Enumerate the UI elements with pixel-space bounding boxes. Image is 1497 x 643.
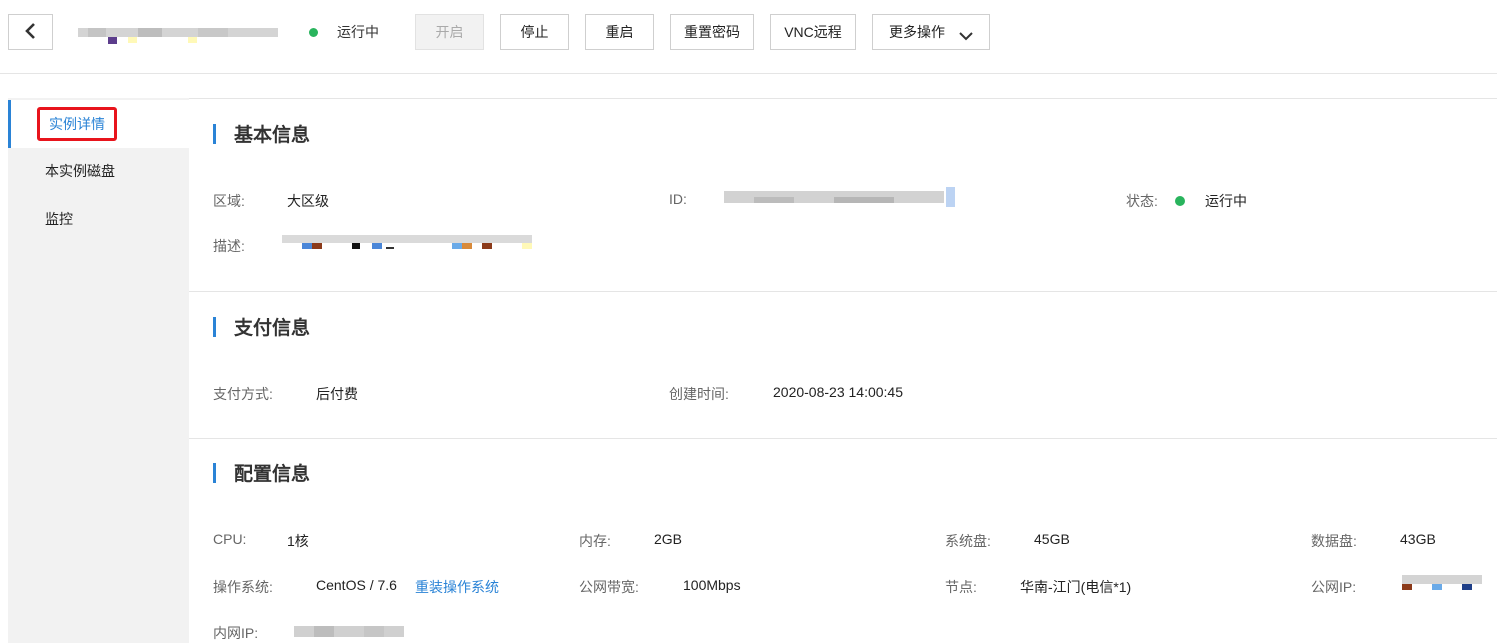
data-disk-label: 数据盘: bbox=[1311, 533, 1357, 549]
stop-button[interactable]: 停止 bbox=[500, 14, 569, 50]
main-content: 基本信息 区域: 大区级 ID: 状态: 运行中 描述: 支付信息 支付方式: … bbox=[189, 98, 1497, 643]
section-title-text: 基本信息 bbox=[234, 125, 311, 146]
description-redacted bbox=[282, 233, 534, 256]
cpu-label: CPU: bbox=[213, 531, 247, 547]
title-accent-bar bbox=[213, 316, 216, 337]
config-info-section: 配置信息 CPU: 1核 内存: 2GB 系统盘: 45GB 数据盘: 43GB… bbox=[189, 439, 1497, 643]
instance-name-redacted bbox=[78, 26, 278, 46]
status-value: 运行中 bbox=[1175, 191, 1247, 211]
reinstall-os-link[interactable]: 重装操作系统 bbox=[415, 577, 499, 597]
os-label: 操作系统: bbox=[213, 579, 273, 595]
cpu-value: 1核 bbox=[287, 533, 309, 549]
region-label: 区域: bbox=[213, 193, 245, 209]
sidebar-item-instance-details[interactable]: 实例详情 bbox=[8, 100, 189, 148]
system-disk-value: 45GB bbox=[1034, 531, 1070, 547]
basic-info-section: 基本信息 区域: 大区级 ID: 状态: 运行中 描述: bbox=[189, 99, 1497, 292]
section-title: 支付信息 bbox=[213, 313, 310, 340]
instance-status: 运行中 bbox=[309, 22, 379, 42]
private-ip-redacted bbox=[294, 625, 406, 641]
payment-method-value: 后付费 bbox=[316, 386, 358, 402]
instance-id-redacted bbox=[724, 187, 956, 210]
public-ip-label: 公网IP: bbox=[1311, 579, 1357, 595]
memory-value: 2GB bbox=[654, 531, 683, 547]
status-text: 运行中 bbox=[337, 24, 379, 40]
sidebar-item-label: 监控 bbox=[45, 211, 73, 227]
sidebar-item-monitoring[interactable]: 监控 bbox=[8, 195, 189, 243]
sidebar-item-label: 实例详情 bbox=[37, 107, 117, 141]
created-time-label: 创建时间: bbox=[669, 386, 729, 402]
data-disk-value: 43GB bbox=[1400, 531, 1436, 547]
section-title: 基本信息 bbox=[213, 120, 310, 147]
private-ip-label: 内网IP: bbox=[213, 625, 259, 641]
chevron-left-icon bbox=[24, 22, 38, 43]
start-button[interactable]: 开启 bbox=[415, 14, 484, 50]
region-value: 大区级 bbox=[287, 193, 329, 209]
system-disk-label: 系统盘: bbox=[945, 533, 991, 549]
vnc-remote-button[interactable]: VNC远程 bbox=[770, 14, 856, 50]
bandwidth-value: 100Mbps bbox=[683, 577, 741, 593]
bandwidth-label: 公网带宽: bbox=[579, 579, 639, 595]
reset-password-button[interactable]: 重置密码 bbox=[670, 14, 754, 50]
status-dot-icon bbox=[1175, 196, 1185, 206]
node-label: 节点: bbox=[945, 579, 977, 595]
created-time-value: 2020-08-23 14:00:45 bbox=[773, 384, 903, 400]
status-value-text: 运行中 bbox=[1205, 193, 1247, 209]
id-label: ID: bbox=[669, 191, 687, 207]
section-title: 配置信息 bbox=[213, 459, 310, 486]
os-value: CentOS / 7.6 bbox=[316, 577, 397, 593]
memory-label: 内存: bbox=[579, 533, 611, 549]
public-ip-redacted bbox=[1402, 575, 1484, 596]
description-label: 描述: bbox=[213, 238, 245, 254]
status-dot-icon bbox=[309, 27, 318, 37]
more-actions-dropdown[interactable]: 更多操作 bbox=[872, 14, 990, 50]
title-accent-bar bbox=[213, 462, 216, 483]
back-button[interactable] bbox=[8, 14, 53, 50]
node-value: 华南-江门(电信*1) bbox=[1020, 579, 1132, 595]
more-actions-label: 更多操作 bbox=[889, 24, 945, 40]
section-title-text: 配置信息 bbox=[234, 464, 311, 485]
sidebar-nav: 实例详情 本实例磁盘 监控 bbox=[8, 98, 189, 643]
status-label: 状态: bbox=[1126, 193, 1158, 209]
section-title-text: 支付信息 bbox=[234, 318, 311, 339]
sidebar-item-label: 本实例磁盘 bbox=[45, 163, 115, 179]
title-accent-bar bbox=[213, 123, 216, 144]
sidebar-item-instance-disks[interactable]: 本实例磁盘 bbox=[8, 147, 189, 195]
payment-method-label: 支付方式: bbox=[213, 386, 273, 402]
restart-button[interactable]: 重启 bbox=[585, 14, 654, 50]
payment-info-section: 支付信息 支付方式: 后付费 创建时间: 2020-08-23 14:00:45 bbox=[189, 292, 1497, 439]
top-toolbar: 运行中 开启 停止 重启 重置密码 VNC远程 更多操作 bbox=[0, 0, 1497, 74]
chevron-down-icon bbox=[959, 28, 973, 40]
